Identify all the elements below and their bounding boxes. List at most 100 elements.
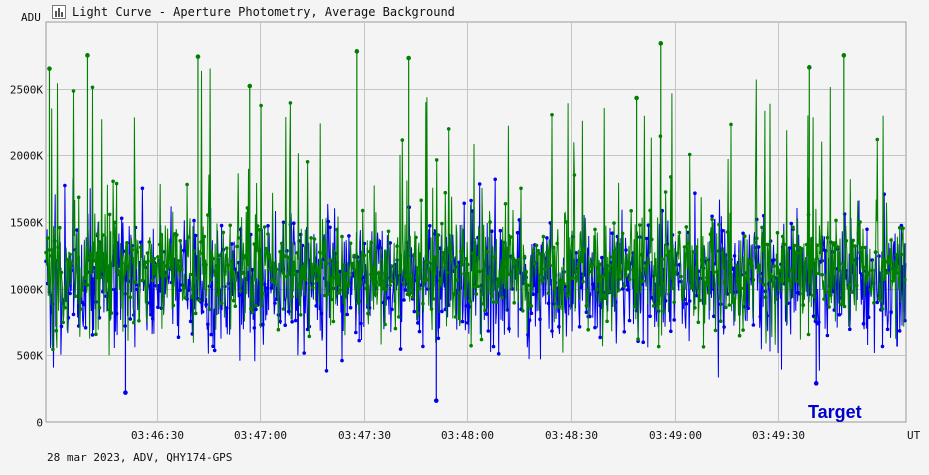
data-point bbox=[328, 225, 332, 230]
data-point bbox=[897, 226, 902, 230]
data-point bbox=[290, 320, 294, 324]
data-point bbox=[694, 245, 699, 249]
data-point bbox=[682, 245, 687, 249]
data-point bbox=[195, 276, 200, 280]
data-point bbox=[687, 299, 692, 303]
data-point bbox=[672, 300, 676, 305]
data-point bbox=[340, 358, 344, 363]
data-point bbox=[553, 273, 558, 278]
data-point bbox=[488, 220, 492, 224]
x-tick-label: 03:48:00 bbox=[441, 429, 494, 442]
data-point bbox=[464, 304, 468, 308]
data-point bbox=[490, 294, 494, 298]
x-tick-label: 03:47:30 bbox=[338, 429, 391, 442]
data-point bbox=[99, 275, 103, 280]
data-point bbox=[684, 302, 689, 306]
data-point bbox=[113, 287, 117, 292]
data-point bbox=[586, 327, 590, 332]
data-point bbox=[452, 292, 456, 296]
data-point bbox=[751, 323, 756, 327]
data-point bbox=[149, 312, 153, 317]
data-point bbox=[119, 216, 124, 221]
data-point bbox=[801, 303, 806, 307]
data-point bbox=[625, 288, 630, 292]
data-point bbox=[178, 288, 182, 293]
data-point bbox=[612, 221, 616, 225]
data-point bbox=[264, 286, 269, 290]
data-point bbox=[598, 335, 602, 340]
data-point bbox=[417, 287, 422, 291]
data-point bbox=[817, 271, 821, 276]
data-point bbox=[63, 305, 67, 310]
data-point bbox=[97, 305, 102, 310]
data-point bbox=[68, 291, 72, 296]
data-point bbox=[796, 251, 800, 255]
data-point bbox=[426, 260, 430, 265]
data-point bbox=[321, 251, 325, 256]
data-point bbox=[875, 300, 880, 305]
data-point bbox=[848, 327, 852, 332]
data-point bbox=[212, 348, 217, 353]
extreme-point bbox=[354, 49, 360, 54]
data-point bbox=[529, 304, 534, 308]
data-point bbox=[720, 228, 725, 233]
data-point bbox=[779, 279, 783, 283]
data-point bbox=[737, 333, 742, 338]
data-point bbox=[736, 282, 740, 286]
data-point bbox=[138, 245, 143, 250]
data-point bbox=[107, 212, 112, 217]
extreme-point bbox=[634, 95, 639, 101]
data-point bbox=[546, 301, 551, 306]
data-point bbox=[286, 309, 291, 314]
data-point bbox=[460, 262, 465, 267]
data-point bbox=[145, 251, 150, 255]
data-point bbox=[448, 244, 453, 248]
data-point bbox=[302, 351, 307, 355]
y-tick-label: 1500K bbox=[10, 217, 43, 230]
data-point bbox=[595, 287, 599, 292]
data-point bbox=[395, 244, 399, 248]
data-point bbox=[681, 292, 685, 296]
data-point bbox=[185, 182, 189, 187]
data-point bbox=[436, 336, 441, 341]
data-point bbox=[307, 334, 312, 339]
data-point bbox=[835, 245, 840, 249]
data-point bbox=[147, 240, 152, 244]
data-point bbox=[829, 293, 833, 297]
data-point bbox=[293, 272, 298, 277]
data-point bbox=[183, 296, 188, 300]
data-point bbox=[66, 258, 71, 263]
data-point bbox=[206, 213, 210, 217]
data-point bbox=[514, 259, 518, 263]
data-point bbox=[636, 337, 640, 341]
data-point bbox=[896, 271, 900, 275]
data-point bbox=[481, 302, 486, 306]
data-point bbox=[675, 251, 680, 255]
data-point bbox=[212, 269, 217, 273]
y-tick-label: 2000K bbox=[10, 150, 43, 163]
data-point bbox=[493, 177, 498, 182]
data-point bbox=[465, 321, 470, 325]
data-point bbox=[533, 261, 537, 266]
data-point bbox=[414, 235, 418, 240]
data-point bbox=[584, 303, 589, 308]
extreme-point bbox=[47, 66, 52, 71]
data-point bbox=[409, 291, 413, 295]
data-point bbox=[834, 218, 838, 223]
data-point bbox=[187, 288, 191, 292]
data-point bbox=[388, 283, 393, 288]
data-point bbox=[357, 299, 362, 304]
data-point bbox=[211, 256, 215, 261]
data-point bbox=[378, 283, 382, 287]
data-point bbox=[627, 318, 632, 323]
data-point bbox=[749, 264, 754, 268]
data-point bbox=[328, 258, 332, 262]
data-point bbox=[178, 239, 182, 243]
data-point bbox=[842, 304, 847, 309]
data-point bbox=[786, 264, 790, 269]
data-point bbox=[653, 272, 658, 277]
data-point bbox=[288, 101, 293, 105]
data-point bbox=[314, 304, 319, 308]
data-point bbox=[491, 344, 496, 349]
data-point bbox=[870, 268, 874, 273]
